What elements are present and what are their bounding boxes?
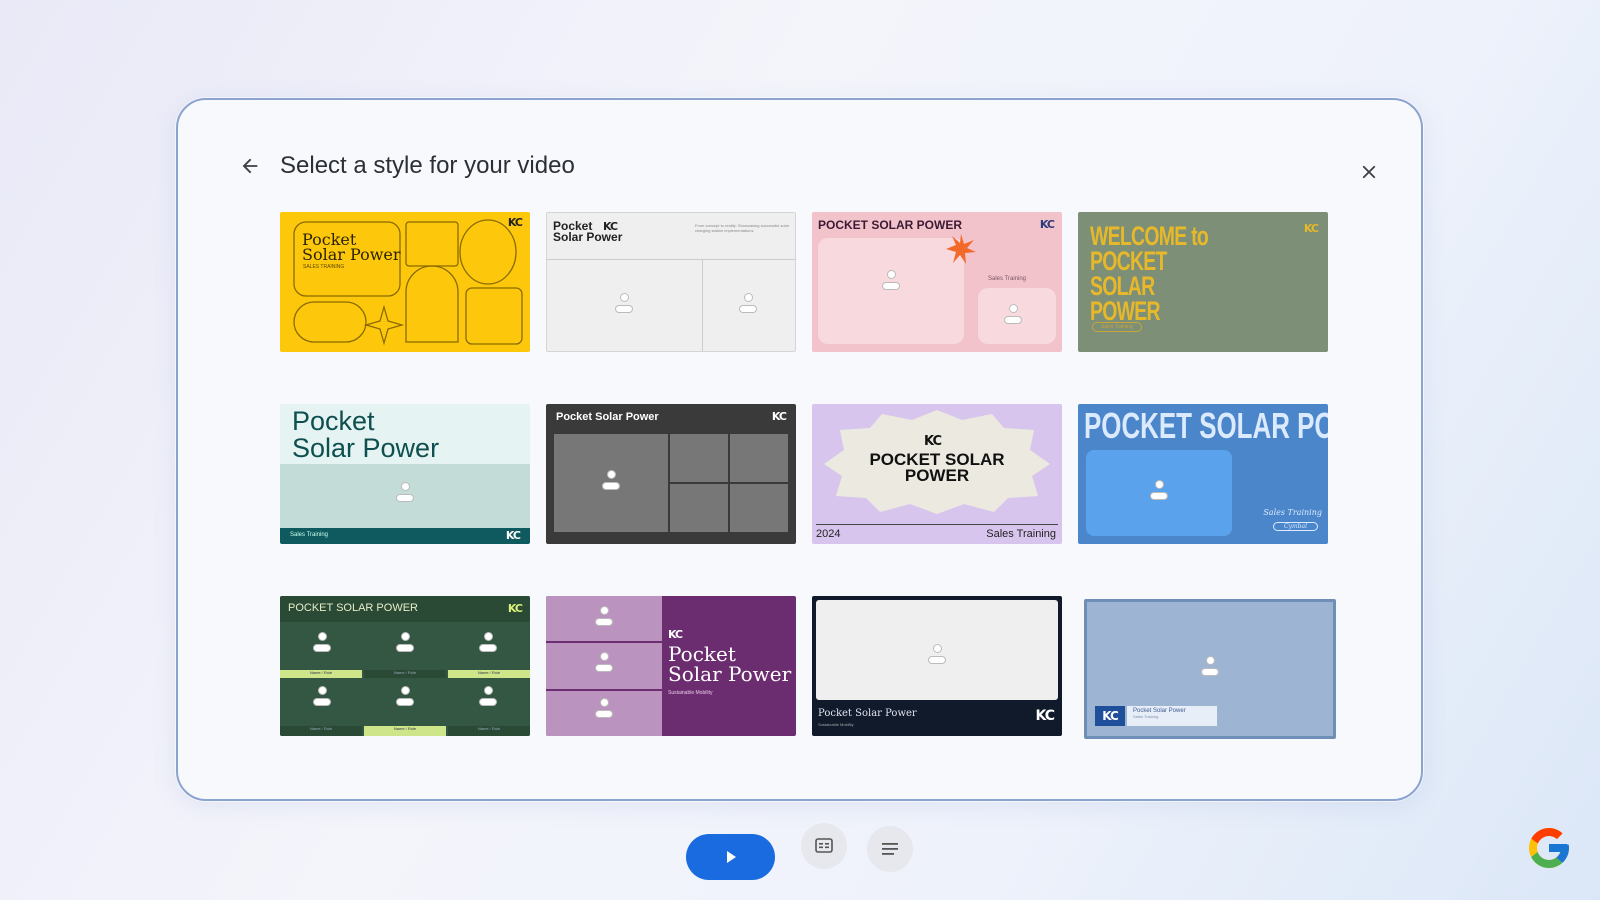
style-card-steel-blue[interactable]: KC Pocket Solar Power Sales Training	[1084, 599, 1336, 739]
card-tag: Cymbal	[1272, 522, 1318, 531]
presenter-placeholder	[615, 293, 633, 313]
captions-icon	[815, 838, 833, 853]
brand-logo: KC	[505, 529, 521, 542]
style-card-blue-bold[interactable]: POCKET SOLAR POWER Sales Training Cymbal	[1078, 404, 1328, 544]
card-blurb: From concept to reality: Showcasing succ…	[695, 223, 790, 233]
brand-logo: KC	[1035, 708, 1055, 724]
brand-logo: KC	[1039, 218, 1055, 231]
brand-logo: KC	[603, 220, 618, 233]
style-card-purple-serif[interactable]: KC Pocket Solar Power Sustainable Mobili…	[546, 596, 796, 736]
card-title: POCKET SOLAR POWER	[288, 602, 418, 614]
style-card-mint-teal[interactable]: Pocket Solar Power Sales Training KC	[280, 404, 530, 544]
name-row: Name / Role Name / Role Name / Role	[280, 726, 530, 736]
play-icon	[726, 851, 736, 863]
presenter-placeholder	[882, 270, 900, 290]
divider	[702, 259, 703, 351]
presenter-placeholder	[928, 644, 946, 664]
style-card-green-team[interactable]: POCKET SOLAR POWER KC Name / Role Name /…	[280, 596, 530, 736]
style-card-lavender-badge[interactable]: KC POCKET SOLAR POWER 2024 Sales Trainin…	[812, 404, 1062, 544]
brand-logo: KC	[668, 628, 683, 641]
card-title: Pocket Solar Power	[302, 230, 401, 264]
style-card-yellow-shapes[interactable]: Pocket Solar Power SALES TRAINING KC	[280, 212, 530, 352]
card-title: POCKET SOLAR POWER	[869, 450, 1005, 485]
card-subtitle: Sales Training	[1263, 508, 1322, 517]
card-title: POCKET SOLAR POWER	[818, 218, 963, 232]
presenter-placeholder	[396, 686, 414, 706]
back-button[interactable]	[234, 150, 266, 182]
arrow-left-icon	[242, 158, 258, 174]
google-logo-icon	[1529, 828, 1569, 868]
style-card-dark-grid[interactable]: Pocket Solar Power KC	[546, 404, 796, 544]
presenter-placeholder	[739, 293, 757, 313]
name-row: Name / Role Name / Role Name / Role	[280, 670, 530, 678]
presenter-placeholder	[396, 482, 414, 502]
card-subtitle: Sales Training	[1133, 714, 1159, 719]
starburst-icon	[946, 234, 976, 264]
play-button[interactable]	[686, 834, 775, 880]
presenter-placeholder	[595, 698, 613, 718]
divider	[816, 524, 1058, 525]
presenter-placeholder	[479, 632, 497, 652]
card-title: Pocket Solar Power	[818, 708, 917, 719]
card-title: POCKET SOLAR POWER	[1084, 405, 1328, 446]
style-dialog: Select a style for your video Pocket Sol…	[176, 98, 1423, 801]
card-subtitle: Sustainable Mobility	[668, 690, 713, 696]
brand-logo: KC	[507, 216, 523, 229]
presenter-placeholder	[595, 652, 613, 672]
presenter-placeholder	[1201, 656, 1219, 676]
card-title: WELCOME to POCKET SOLAR POWER	[1090, 221, 1209, 326]
card-title: Pocket Solar Power	[292, 406, 440, 463]
style-card-navy-frame[interactable]: Pocket Solar Power Sustainable Mobility …	[812, 596, 1062, 736]
menu-icon	[882, 843, 898, 855]
brand-logo: KC	[924, 434, 942, 449]
transcript-button[interactable]	[867, 826, 913, 872]
lower-third: Pocket Solar Power Sales Training	[1127, 706, 1217, 726]
presenter-placeholder	[396, 632, 414, 652]
presenter-placeholder	[595, 606, 613, 626]
logo-badge: KC	[1095, 706, 1125, 726]
presenter-placeholder	[602, 470, 620, 490]
dialog-title: Select a style for your video	[280, 152, 575, 179]
presenter-placeholder	[479, 686, 497, 706]
presenter-placeholder	[313, 632, 331, 652]
card-subtitle: SALES TRAINING	[303, 264, 345, 270]
card-year: 2024	[816, 528, 841, 540]
close-button[interactable]	[1353, 156, 1385, 188]
thumbnail-grid	[670, 434, 788, 532]
close-icon	[1362, 165, 1376, 179]
card-subtitle: Sales Training	[1092, 322, 1142, 332]
captions-button[interactable]	[801, 823, 847, 869]
presenter-placeholder	[1004, 304, 1022, 324]
brand-logo: KC	[1303, 222, 1319, 235]
card-subtitle: Sales Training	[986, 528, 1056, 540]
card-subtitle: Sustainable Mobility	[818, 722, 854, 727]
style-card-olive-welcome[interactable]: WELCOME to POCKET SOLAR POWER KC Sales T…	[1078, 212, 1328, 352]
card-title: Pocket Solar Power	[668, 642, 792, 686]
video-panel	[818, 238, 964, 344]
presenter-placeholder	[313, 686, 331, 706]
card-subtitle: Sales Training	[988, 276, 1027, 282]
divider	[547, 259, 795, 260]
brand-logo: KC	[771, 410, 787, 423]
presenter-placeholder	[1150, 480, 1168, 500]
brand-logo: KC	[507, 602, 523, 615]
style-card-minimal-gray[interactable]: Pocket Solar Power KC From concept to re…	[546, 212, 796, 352]
style-card-pink-burst[interactable]: POCKET SOLAR POWER KC Sales Training	[812, 212, 1062, 352]
card-footer: Sales Training	[290, 532, 329, 538]
card-title: Pocket Solar Power	[556, 411, 659, 423]
